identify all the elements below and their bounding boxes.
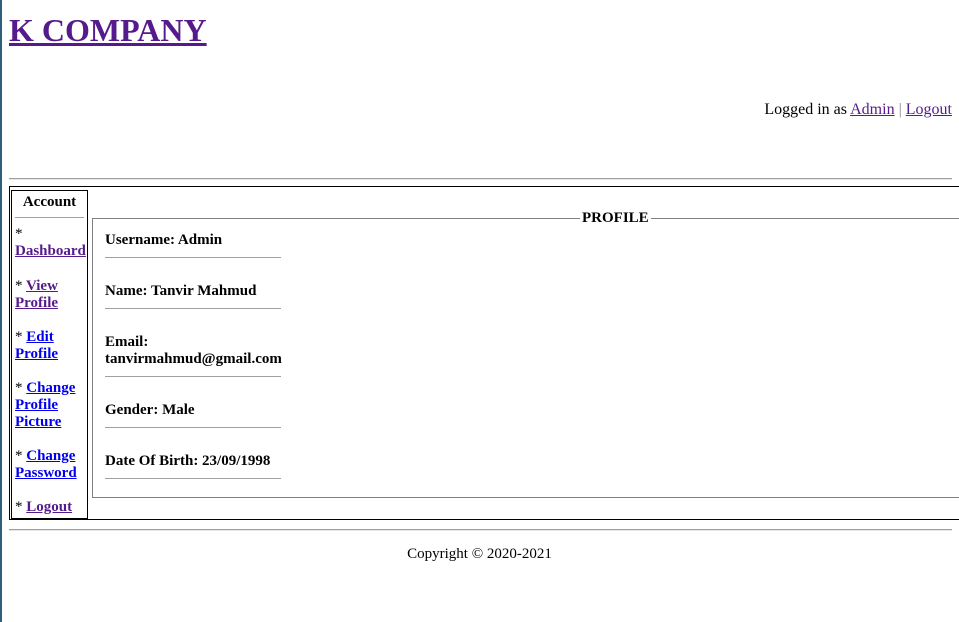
separator: | <box>898 101 902 118</box>
footer-copyright: Copyright © 2020-2021 <box>407 546 552 562</box>
header-logout-link[interactable]: Logout <box>906 101 952 118</box>
field-divider <box>105 308 281 309</box>
sidebar-item-logout: * Logout <box>15 499 87 516</box>
login-status: Logged in as Admin | Logout <box>764 101 952 119</box>
change-password-label: Change Password <box>15 448 77 481</box>
bullet: * <box>15 329 23 345</box>
sidebar-item-change-password: * Change Password <box>15 448 87 482</box>
gender-field: Gender: Male <box>105 402 195 418</box>
bullet: * <box>15 278 23 294</box>
footer-divider <box>9 529 952 531</box>
account-sidebar: Account * Dashboard * View Profile * Edi… <box>11 190 88 519</box>
username-field: Username: Admin <box>105 232 223 248</box>
sidebar-logout-link[interactable]: Logout <box>26 499 72 515</box>
name-field: Name: Tanvir Mahmud <box>105 283 257 299</box>
dob-field: Date Of Birth: 23/09/1998 <box>105 453 271 469</box>
field-divider <box>105 257 281 258</box>
sidebar-title: Account <box>22 194 77 210</box>
profile-legend: PROFILE <box>580 209 651 227</box>
change-picture-link[interactable]: Change Profile Picture <box>15 380 75 430</box>
dashboard-link[interactable]: Dashboard <box>15 243 86 259</box>
change-password-link[interactable]: Change Password <box>15 448 77 481</box>
sidebar-item-dashboard: * Dashboard <box>15 226 87 260</box>
sidebar-item-edit-profile: * Edit Profile <box>15 329 87 363</box>
field-divider <box>105 376 281 377</box>
logged-in-label: Logged in as <box>764 101 847 118</box>
user-profile-link[interactable]: Admin <box>850 101 894 118</box>
brand-logo-link[interactable]: K COMPANY <box>9 10 207 50</box>
bullet: * <box>15 380 23 396</box>
field-divider <box>105 427 281 428</box>
bullet: * <box>15 226 23 242</box>
bullet: * <box>15 448 23 464</box>
email-field: Email: tanvirmahmud@gmail.com <box>105 334 282 367</box>
header-divider <box>9 178 952 180</box>
bullet: * <box>15 499 23 515</box>
sidebar-item-change-picture: * Change Profile Picture <box>15 380 87 431</box>
field-divider <box>105 478 281 479</box>
change-picture-label: Change Profile Picture <box>15 380 76 430</box>
sidebar-divider <box>15 217 84 218</box>
sidebar-item-view-profile: * View Profile <box>15 278 87 312</box>
